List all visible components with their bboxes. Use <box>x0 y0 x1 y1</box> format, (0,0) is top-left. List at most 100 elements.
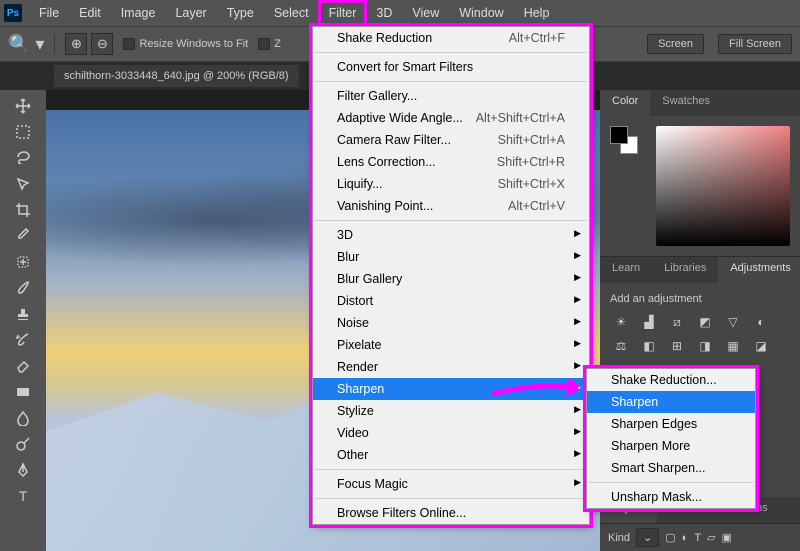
tab-adjustments[interactable]: Adjustments <box>718 257 800 283</box>
menu-help[interactable]: Help <box>515 2 559 24</box>
mid-panel-tabs: Learn Libraries Adjustments <box>600 257 800 283</box>
colorlookup-icon[interactable]: ▦ <box>722 337 744 355</box>
menu-window[interactable]: Window <box>450 2 512 24</box>
fill-screen-button[interactable]: Fill Screen <box>718 34 792 54</box>
invert-icon[interactable]: ◪ <box>750 337 772 355</box>
filter-menu-item[interactable]: Video▶ <box>313 422 589 444</box>
menu-image[interactable]: Image <box>112 2 165 24</box>
foreground-color[interactable] <box>610 126 628 144</box>
zoom-tool-icon[interactable]: 🔍 ▾ <box>8 34 44 55</box>
resize-windows-label: Resize Windows to Fit <box>139 38 248 50</box>
history-brush-tool-icon[interactable] <box>11 328 35 352</box>
menu-layer[interactable]: Layer <box>166 2 215 24</box>
layers-filter-bar: Kind ⌄ ▢ ◐ T ▱ ▣ <box>600 523 800 551</box>
filter-menu-item[interactable]: Convert for Smart Filters <box>313 56 589 78</box>
filter-menu-item[interactable]: Browse Filters Online... <box>313 502 589 524</box>
brush-tool-icon[interactable] <box>11 276 35 300</box>
filter-menu-item[interactable]: Blur Gallery▶ <box>313 268 589 290</box>
tab-swatches[interactable]: Swatches <box>650 90 722 116</box>
kind-select[interactable]: ⌄ <box>636 528 659 547</box>
quick-select-tool-icon[interactable] <box>11 172 35 196</box>
tool-palette: T <box>0 90 46 551</box>
crop-tool-icon[interactable] <box>11 198 35 222</box>
filter-adj-icon[interactable]: ◐ <box>682 532 689 544</box>
menu-view[interactable]: View <box>403 2 448 24</box>
sharpen-menu-item[interactable]: Sharpen <box>587 391 755 413</box>
sharpen-menu-item[interactable]: Shake Reduction... <box>587 369 755 391</box>
filter-menu-item[interactable]: Render▶ <box>313 356 589 378</box>
filter-menu-item[interactable]: Distort▶ <box>313 290 589 312</box>
filter-menu-item[interactable]: Pixelate▶ <box>313 334 589 356</box>
tab-libraries[interactable]: Libraries <box>652 257 718 283</box>
stamp-tool-icon[interactable] <box>11 302 35 326</box>
type-tool-icon[interactable]: T <box>11 484 35 508</box>
filter-menu-item[interactable]: Other▶ <box>313 444 589 466</box>
gradient-tool-icon[interactable] <box>11 380 35 404</box>
vibrance-icon[interactable]: ▽ <box>722 313 744 331</box>
marquee-tool-icon[interactable] <box>11 120 35 144</box>
filter-smart-icon[interactable]: ▣ <box>722 531 732 544</box>
filter-pixel-icon[interactable]: ▢ <box>665 531 675 544</box>
sharpen-menu-item[interactable]: Sharpen Edges <box>587 413 755 435</box>
filter-menu-item[interactable]: Camera Raw Filter...Shift+Ctrl+A <box>313 129 589 151</box>
filter-menu-item[interactable]: Liquify...Shift+Ctrl+X <box>313 173 589 195</box>
zoom-out-icon[interactable]: ⊖ <box>91 33 113 55</box>
filter-menu-item[interactable]: Adaptive Wide Angle...Alt+Shift+Ctrl+A <box>313 107 589 129</box>
menu-file[interactable]: File <box>30 2 68 24</box>
levels-icon[interactable]: ▟ <box>638 313 660 331</box>
color-picker[interactable] <box>656 126 790 246</box>
eyedropper-tool-icon[interactable] <box>11 224 35 248</box>
kind-label: Kind <box>608 532 630 544</box>
hue-icon[interactable]: ◐ <box>750 313 772 331</box>
lasso-tool-icon[interactable] <box>11 146 35 170</box>
filter-menu-item[interactable]: Noise▶ <box>313 312 589 334</box>
eraser-tool-icon[interactable] <box>11 354 35 378</box>
menu-select[interactable]: Select <box>265 2 318 24</box>
resize-windows-checkbox[interactable]: Resize Windows to Fit <box>123 38 248 50</box>
brightness-icon[interactable]: ☀ <box>610 313 632 331</box>
filter-menu-item[interactable]: Shake ReductionAlt+Ctrl+F <box>313 27 589 49</box>
menu-edit[interactable]: Edit <box>70 2 110 24</box>
filter-menu-item[interactable]: Focus Magic▶ <box>313 473 589 495</box>
filter-menu-item[interactable]: 3D▶ <box>313 224 589 246</box>
filter-type-icon[interactable]: T <box>694 532 701 544</box>
channelmixer-icon[interactable]: ◨ <box>694 337 716 355</box>
fg-bg-swatches[interactable] <box>610 126 640 156</box>
tab-color[interactable]: Color <box>600 90 650 116</box>
menu-3d[interactable]: 3D <box>367 2 401 24</box>
sharpen-menu-item[interactable]: Unsharp Mask... <box>587 486 755 508</box>
document-tab[interactable]: schilthorn-3033448_640.jpg @ 200% (RGB/8… <box>54 65 299 87</box>
filter-shape-icon[interactable]: ▱ <box>707 531 715 544</box>
photofilter-icon[interactable]: ⊞ <box>666 337 688 355</box>
color-panel-tabs: Color Swatches <box>600 90 800 116</box>
filter-menu-dropdown: Shake ReductionAlt+Ctrl+F Convert for Sma… <box>312 26 590 525</box>
filter-menu-item[interactable]: Lens Correction...Shift+Ctrl+R <box>313 151 589 173</box>
divider <box>54 34 55 54</box>
menu-filter[interactable]: Filter <box>320 2 366 24</box>
filter-menu-item[interactable]: Filter Gallery... <box>313 85 589 107</box>
dodge-tool-icon[interactable] <box>11 432 35 456</box>
filter-menu-item[interactable]: Vanishing Point...Alt+Ctrl+V <box>313 195 589 217</box>
fit-screen-button[interactable]: Screen <box>647 34 704 54</box>
zoom-in-icon[interactable]: ⊕ <box>65 33 87 55</box>
bw-icon[interactable]: ◧ <box>638 337 660 355</box>
app-icon: Ps <box>4 4 22 22</box>
sharpen-menu-item[interactable]: Sharpen More <box>587 435 755 457</box>
color-panel <box>600 116 800 256</box>
move-tool-icon[interactable] <box>11 94 35 118</box>
add-adjustment-label: Add an adjustment <box>610 293 790 305</box>
filter-menu-item[interactable]: Blur▶ <box>313 246 589 268</box>
exposure-icon[interactable]: ◩ <box>694 313 716 331</box>
healing-brush-tool-icon[interactable] <box>11 250 35 274</box>
filter-menu-item[interactable]: Stylize▶ <box>313 400 589 422</box>
colorbalance-icon[interactable]: ⚖ <box>610 337 632 355</box>
menu-type[interactable]: Type <box>218 2 263 24</box>
sharpen-menu-item[interactable]: Smart Sharpen... <box>587 457 755 479</box>
curves-icon[interactable]: ⧄ <box>666 313 688 331</box>
blur-tool-icon[interactable] <box>11 406 35 430</box>
pen-tool-icon[interactable] <box>11 458 35 482</box>
tab-learn[interactable]: Learn <box>600 257 652 283</box>
zoom-all-checkbox[interactable]: Z <box>258 38 281 50</box>
annotation-arrow <box>490 378 590 402</box>
sharpen-submenu: Shake Reduction...SharpenSharpen EdgesSh… <box>586 368 756 509</box>
